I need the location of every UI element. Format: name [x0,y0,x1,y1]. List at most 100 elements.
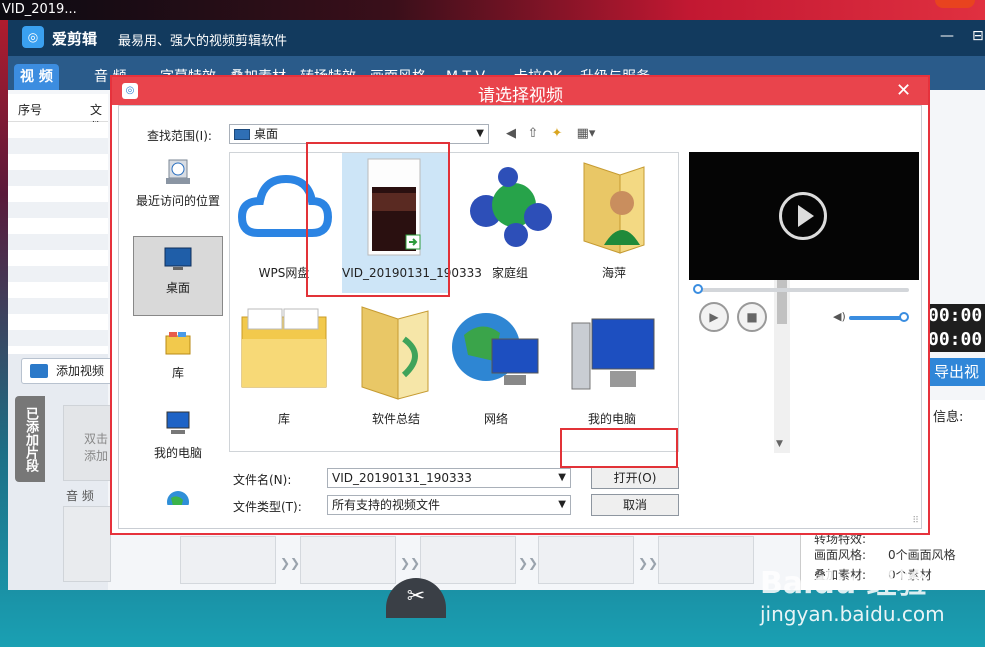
chevron-down-icon[interactable]: ▼ [558,469,566,487]
file-label: 库 [277,412,290,426]
place-label: 我的电脑 [153,446,202,460]
computer-icon [166,411,190,434]
filetype-label: 文件类型(T): [233,500,302,514]
filename-label: 文件名(N): [233,473,292,487]
file-item[interactable]: 我的电脑 [558,299,666,439]
timeline-arrow-icon: ❯❯ [518,556,539,570]
highlight-open-button [560,428,678,468]
volume-slider[interactable] [849,312,909,322]
place-label: 最近访问的位置 [135,194,220,208]
chevron-down-icon[interactable]: ▼ [558,496,566,514]
new-folder-icon[interactable]: ✦ [547,124,567,144]
filetype-select[interactable]: 所有支持的视频文件 ▼ [327,495,571,515]
resize-grip-icon[interactable]: ⠿ [912,516,919,526]
filetype-value: 所有支持的视频文件 [332,498,441,512]
clip-slot[interactable]: 双击添加 [63,405,111,481]
play-button[interactable]: ▶ [699,302,729,332]
taskbar: VID_2019... [0,0,985,20]
place-recent[interactable]: 最近访问的位置 [133,150,223,230]
filename-input[interactable]: VID_20190131_190333 ▼ [327,468,571,488]
folder-icon [361,306,429,400]
taskbar-title: VID_2019... [2,2,77,17]
open-button[interactable]: 打开(O) [591,467,679,489]
volume-handle[interactable] [899,312,909,322]
file-list: WPS网盘 VID_20190131_190333 家庭组 海萍 库 软件总结 … [229,152,790,453]
app-name: 爱剪辑 [52,30,98,48]
cut-button[interactable]: ✂ [386,578,446,618]
app-logo-icon: ◎ [22,26,44,48]
highlight-selected-file [306,142,450,297]
cancel-button[interactable]: 取消 [591,494,679,516]
audio-track-label: 音 频 [66,489,94,503]
scroll-down-icon[interactable]: ▼ [776,439,788,449]
file-label: 软件总结 [371,412,420,426]
place-label: 桌面 [165,281,190,295]
look-in-value: 桌面 [254,127,279,141]
view-menu-icon[interactable]: ▦▾ [571,124,601,144]
notification-badge [935,0,975,8]
dialog-title: 请选择视频 [478,86,563,106]
app-titlebar: ◎ 爱剪辑 最易用、强大的视频剪辑软件 — ⊟ [8,20,985,56]
dialog-body: 查找范围(I): 桌面 ▼ ◀ ⇧ ✦ ▦▾ 最近访问的位置 桌面 库 我的电脑… [118,105,922,529]
back-icon[interactable]: ◀ [501,124,521,144]
recent-places-icon [166,159,190,184]
film-icon [30,364,48,378]
place-computer[interactable]: 我的电脑 [133,402,223,482]
select-video-dialog: ◎ 请选择视频 ✕ 查找范围(I): 桌面 ▼ ◀ ⇧ ✦ ▦▾ 最近访问的位置… [110,75,930,535]
file-item[interactable]: 软件总结 [342,299,450,439]
place-network[interactable] [133,480,223,505]
desktop-icon [234,129,250,140]
file-label: 家庭组 [491,266,528,280]
file-item[interactable]: 网络 [442,299,550,439]
export-label: 导出视 [934,363,980,381]
place-desktop[interactable]: 桌面 [133,236,223,316]
timeline-slot[interactable] [420,536,516,584]
clip-list[interactable] [8,122,108,354]
place-label: 库 [171,366,184,380]
computer-icon [571,318,655,390]
file-label: 我的电脑 [587,412,636,426]
info-header: 信息: [933,410,964,425]
timeline-arrow-icon: ❯❯ [638,556,659,570]
library-folder-icon [241,308,327,388]
seek-bar[interactable] [693,284,909,294]
desktop-icon [164,247,192,270]
volume-icon[interactable]: ◀) [833,310,846,323]
added-clips-tab[interactable]: 已添加片段 [15,396,45,482]
minimize-button[interactable]: — [940,28,954,44]
audio-slot[interactable] [63,506,111,582]
up-folder-icon[interactable]: ⇧ [523,124,543,144]
seek-handle[interactable] [693,284,703,294]
timeline-arrow-icon: ❯❯ [400,556,421,570]
places-bar: 最近访问的位置 桌面 库 我的电脑 [133,150,223,505]
tab-video[interactable]: 视 频 [14,64,59,90]
add-video-label: 添加视频 [56,364,105,378]
file-item[interactable]: 家庭组 [456,153,564,293]
column-index: 序号 [18,103,43,117]
clip-list-header: 序号 文件 [8,94,108,134]
homegroup-icon [470,167,552,247]
timeline-slot[interactable] [658,536,754,584]
chevron-down-icon: ▼ [476,128,484,139]
app-slogan: 最易用、强大的视频剪辑软件 [118,34,288,49]
file-item[interactable]: 库 [230,299,338,439]
add-video-button[interactable]: 添加视频 [21,358,113,384]
library-icon [165,332,191,355]
dialog-app-icon: ◎ [122,83,138,99]
look-in-dropdown[interactable]: 桌面 ▼ [229,124,489,144]
close-icon[interactable]: ✕ [896,80,911,101]
timeline-arrow-icon: ❯❯ [280,556,301,570]
timeline-slot[interactable] [538,536,634,584]
globe-icon [167,491,189,505]
dialog-titlebar: ◎ 请选择视频 ✕ [112,77,928,106]
play-icon[interactable] [779,192,827,240]
maximize-button[interactable]: ⊟ [972,28,984,44]
timeline-slot[interactable] [300,536,396,584]
file-label: 海萍 [601,266,626,280]
timeline-slot[interactable] [180,536,276,584]
file-item[interactable]: 海萍 [560,153,668,293]
look-in-label: 查找范围(I): [147,129,212,143]
stop-button[interactable]: ■ [737,302,767,332]
file-label: 网络 [483,412,508,426]
place-libraries[interactable]: 库 [133,322,223,402]
